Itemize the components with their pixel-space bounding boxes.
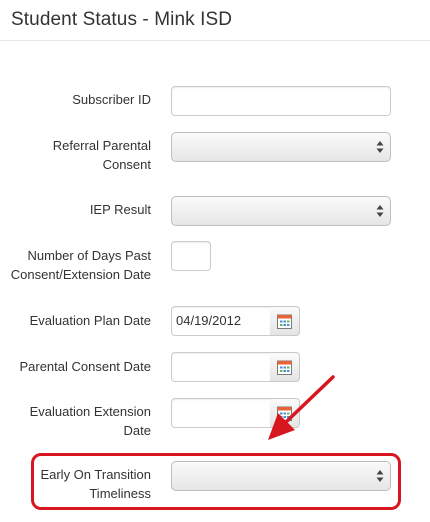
subscriber-id-label: Subscriber ID: [72, 92, 151, 107]
evaluation-extension-date-calendar-button[interactable]: [270, 398, 300, 428]
parental-consent-date-calendar-button[interactable]: [270, 352, 300, 382]
evaluation-plan-date-calendar-button[interactable]: [270, 306, 300, 336]
calendar-icon: [277, 314, 292, 329]
subscriber-id-input[interactable]: [171, 86, 391, 116]
iep-result-select[interactable]: [171, 196, 391, 226]
parental-consent-date-input[interactable]: [171, 352, 271, 382]
days-past-label: Number of Days Past Consent/Extension Da…: [10, 248, 151, 282]
calendar-icon: [277, 406, 292, 421]
evaluation-extension-date-label: Evaluation Extension Date: [29, 404, 151, 438]
updown-arrows-icon: [376, 141, 384, 153]
referral-parental-consent-select[interactable]: [171, 132, 391, 162]
title-divider: [0, 40, 430, 41]
highlight-box: [31, 453, 401, 510]
page-title: Student Status - Mink ISD: [11, 9, 233, 30]
parental-consent-date-label: Parental Consent Date: [19, 359, 151, 374]
evaluation-plan-date-input[interactable]: 04/19/2012: [171, 306, 271, 336]
calendar-icon: [277, 360, 292, 375]
evaluation-extension-date-input[interactable]: [171, 398, 271, 428]
days-past-input[interactable]: [171, 241, 211, 271]
evaluation-plan-date-label: Evaluation Plan Date: [29, 313, 151, 328]
referral-parental-consent-label: Referral Parental Consent: [52, 138, 151, 172]
iep-result-label: IEP Result: [89, 202, 151, 217]
updown-arrows-icon: [376, 205, 384, 217]
evaluation-plan-date-value: 04/19/2012: [176, 313, 242, 328]
